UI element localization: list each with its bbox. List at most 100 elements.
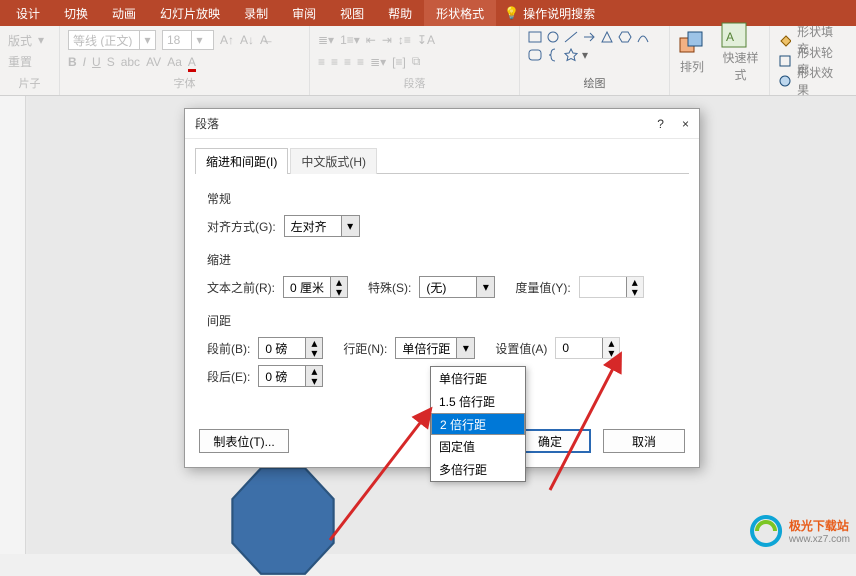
tab-shape-format[interactable]: 形状格式 [424,0,496,26]
group-slides: 版式▾ 重置 片子 [0,26,60,95]
shape-rect-icon[interactable] [528,30,542,44]
layout-button[interactable]: 版式 [8,32,32,49]
shape-star-icon[interactable] [564,48,578,62]
spacing-title: 间距 [207,312,677,329]
general-title: 常规 [207,190,677,207]
shape-hexagon-icon[interactable] [618,30,632,44]
tab-animation[interactable]: 动画 [100,0,148,26]
lightbulb-icon: 💡 [504,6,519,20]
by-spinner: ▴▾ [579,276,644,298]
alignment-label: 对齐方式(G): [207,218,276,235]
change-case-button[interactable]: Aa [167,55,182,69]
shape-triangle-icon[interactable] [600,30,614,44]
font-color-button[interactable]: A [188,55,196,69]
shape-octagon[interactable] [228,466,338,576]
cancel-button[interactable]: 取消 [603,429,685,453]
outline-icon [778,54,791,68]
align-text-icon[interactable]: [≡] [392,55,406,69]
special-select[interactable]: (无) ▾ [419,276,495,298]
line-spacing-select[interactable]: 单倍行距 ▾ [395,337,475,359]
group-label-draw: 绘图 [528,75,661,91]
by-label: 度量值(Y): [515,279,570,296]
space-before-label: 段前(B): [207,340,250,357]
indent-title: 缩进 [207,251,677,268]
shape-brace-icon[interactable] [546,48,560,62]
font-family-combo[interactable]: ▾ [68,30,156,50]
align-right-icon[interactable]: ≡ [344,55,351,69]
underline-button[interactable]: U [92,55,101,69]
dropdown-option[interactable]: 固定值 [431,435,525,458]
grow-font-icon[interactable]: A↑ [220,33,234,47]
space-after-spinner[interactable]: 0 磅 ▴▾ [258,365,323,387]
dropdown-option[interactable]: 1.5 倍行距 [431,390,525,413]
tab-indent-spacing[interactable]: 缩进和间距(I) [195,148,288,174]
slide-panel[interactable] [0,96,26,554]
italic-button[interactable]: I [83,55,86,69]
tab-asian-layout[interactable]: 中文版式(H) [290,148,377,174]
font-size-combo[interactable]: ▾ [162,30,214,50]
space-before-spinner[interactable]: 0 磅 ▴▾ [258,337,323,359]
tab-view[interactable]: 视图 [328,0,376,26]
bullets-icon[interactable]: ≣▾ [318,33,334,47]
group-shape-style: 形状填充 形状轮廓 形状效果 [770,26,850,95]
dropdown-option-selected[interactable]: 2 倍行距 [431,413,525,435]
shape-line-icon[interactable] [564,30,578,44]
tab-review[interactable]: 审阅 [280,0,328,26]
spacing-button[interactable]: AV [146,55,161,69]
shape-roundrect-icon[interactable] [528,48,542,62]
line-spacing-label: 行距(N): [343,340,387,357]
smartart-icon[interactable]: ⧉ [412,54,421,69]
tell-me-search[interactable]: 操作说明搜索 [519,0,607,26]
group-indent: 缩进 文本之前(R): 0 厘米 ▴▾ 特殊(S): (无) ▾ 度量值(Y):… [207,251,677,298]
indent-right-icon[interactable]: ⇥ [382,33,392,47]
dialog-help-icon[interactable]: ? [657,117,664,131]
alignment-select[interactable]: 左对齐 ▾ [284,215,360,237]
shape-circle-icon[interactable] [546,30,560,44]
watermark-url: www.xz7.com [789,534,850,545]
before-text-label: 文本之前(R): [207,279,275,296]
shadow-button[interactable]: abc [121,55,140,69]
fill-icon [778,33,791,47]
shapes-more-icon[interactable]: ▾ [582,48,588,62]
justify-icon[interactable]: ≡ [357,55,364,69]
indent-left-icon[interactable]: ⇤ [366,33,376,47]
dialog-close-icon[interactable]: × [682,117,689,131]
tab-design[interactable]: 设计 [4,0,52,26]
arrange-button[interactable]: 排列 [678,30,706,75]
special-label: 特殊(S): [368,279,411,296]
tab-record[interactable]: 录制 [232,0,280,26]
dialog-footer: 确定 取消 [509,429,685,453]
bold-button[interactable]: B [68,55,77,69]
before-text-spinner[interactable]: 0 厘米 ▴▾ [283,276,348,298]
align-left-icon[interactable]: ≡ [318,55,325,69]
ribbon: 版式▾ 重置 片子 ▾ ▾ A↑ A↓ A̶ B I U S abc AV Aa… [0,26,856,96]
at-spinner: 0 ▴▾ [555,337,620,359]
shape-arrow-icon[interactable] [582,30,596,44]
dropdown-option[interactable]: 多倍行距 [431,458,525,481]
reset-button[interactable]: 重置 [8,53,32,70]
tab-slideshow[interactable]: 幻灯片放映 [148,0,232,26]
group-label-slides: 片子 [8,75,51,91]
tab-help[interactable]: 帮助 [376,0,424,26]
spin-down-icon[interactable]: ▾ [331,287,347,297]
tabstops-button[interactable]: 制表位(T)... [199,429,289,453]
line-spacing-icon[interactable]: ↕≡ [398,33,411,47]
text-direction-icon[interactable]: ↧A [417,33,435,47]
clear-format-icon[interactable]: A̶ [260,33,268,47]
columns-icon[interactable]: ≣▾ [370,55,386,69]
shape-curve-icon[interactable] [636,30,650,44]
shrink-font-icon[interactable]: A↓ [240,33,254,47]
chevron-down-icon: ▾ [476,277,494,297]
tab-transition[interactable]: 切换 [52,0,100,26]
strike-button[interactable]: S [107,55,115,69]
watermark: 极光下载站 www.xz7.com [749,514,850,548]
chevron-down-icon: ▾ [341,216,359,236]
group-label-paragraph: 段落 [318,75,511,91]
arrange-icon [678,30,706,58]
align-center-icon[interactable]: ≡ [331,55,338,69]
shape-effect-button[interactable]: 形状效果 [797,64,842,98]
numbering-icon[interactable]: 1≡▾ [340,33,360,47]
dropdown-option[interactable]: 单倍行距 [431,367,525,390]
quick-style-button[interactable]: A 快速样式 [720,21,761,83]
group-general: 常规 对齐方式(G): 左对齐 ▾ [207,190,677,237]
